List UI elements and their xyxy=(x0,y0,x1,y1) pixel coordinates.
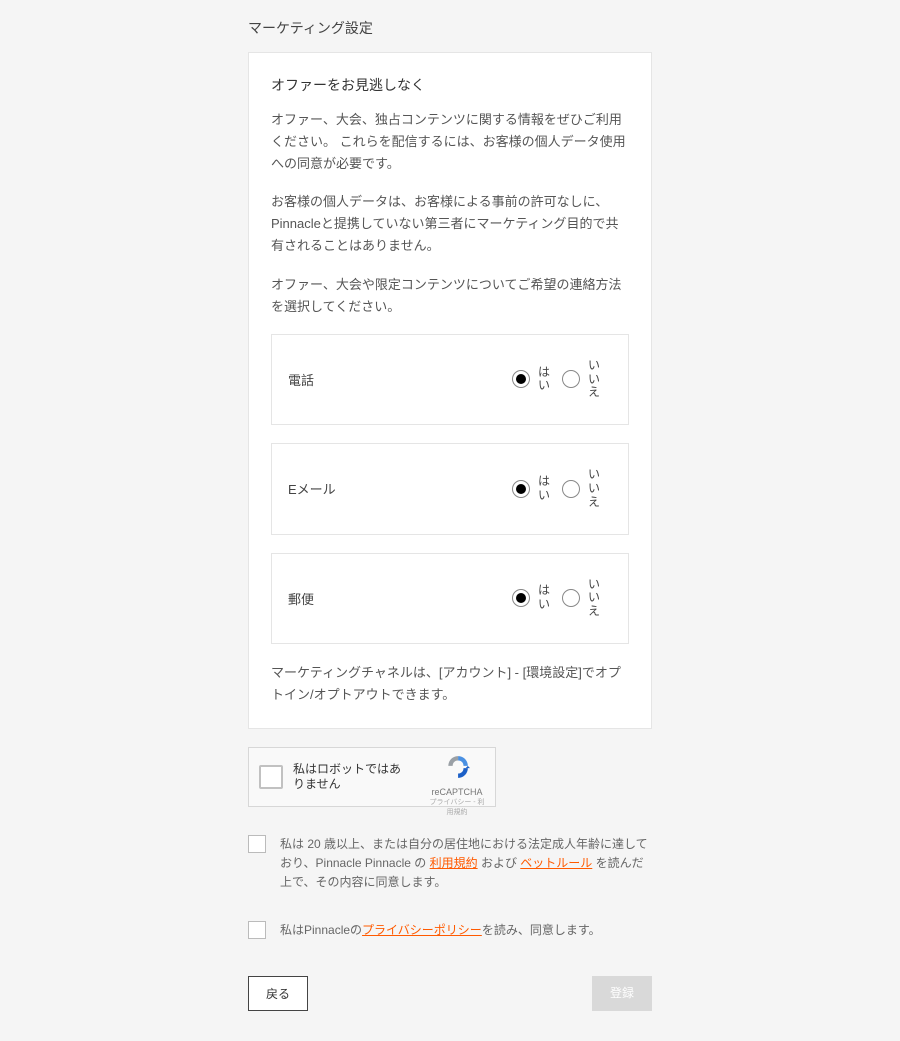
back-button[interactable]: 戻る xyxy=(248,976,308,1011)
checkbox-age-terms[interactable] xyxy=(248,835,266,853)
link-privacy[interactable]: プライバシーポリシー xyxy=(362,923,482,937)
recaptcha-brand: reCAPTCHA xyxy=(427,787,487,797)
consent-age-terms: 私は 20 歳以上、または自分の居住地における法定成人年齢に達しており、Pinn… xyxy=(248,835,652,893)
pref-label-phone: 電話 xyxy=(288,370,500,389)
radio-label-yes: はい xyxy=(538,475,550,503)
radio-label-no: いいえ xyxy=(588,468,600,509)
radio-label-yes: はい xyxy=(538,584,550,612)
card-text-3: オファー、大会や限定コンテンツについてご希望の連絡方法を選択してください。 xyxy=(271,274,629,318)
recaptcha-logo: reCAPTCHA プライバシー - 利用規約 xyxy=(427,754,487,817)
radio-phone-no[interactable] xyxy=(562,370,580,388)
recaptcha-links: プライバシー - 利用規約 xyxy=(427,797,487,817)
button-row: 戻る 登録 xyxy=(248,976,652,1041)
consent-privacy: 私はPinnacleのプライバシーポリシーを読み、同意します。 xyxy=(248,921,652,940)
checkbox-privacy[interactable] xyxy=(248,921,266,939)
link-terms[interactable]: 利用規約 xyxy=(430,856,478,870)
radio-mail-no[interactable] xyxy=(562,589,580,607)
radio-label-no: いいえ xyxy=(588,578,600,619)
pref-row-mail: 郵便 はい いいえ xyxy=(271,553,629,644)
consent-age-terms-text: 私は 20 歳以上、または自分の居住地における法定成人年齢に達しており、Pinn… xyxy=(280,835,652,893)
pref-label-mail: 郵便 xyxy=(288,589,500,608)
radio-email-no[interactable] xyxy=(562,480,580,498)
marketing-card: オファーをお見逃しなく オファー、大会、独占コンテンツに関する情報をぜひご利用く… xyxy=(248,52,652,729)
submit-button[interactable]: 登録 xyxy=(592,976,652,1011)
radio-mail-yes[interactable] xyxy=(512,589,530,607)
radio-phone-yes[interactable] xyxy=(512,370,530,388)
card-title: オファーをお見逃しなく xyxy=(271,75,629,95)
pref-label-email: Eメール xyxy=(288,479,500,498)
consent2-pre: 私はPinnacleの xyxy=(280,923,362,937)
recaptcha-box: 私はロボットではありません reCAPTCHA プライバシー - 利用規約 xyxy=(248,747,496,807)
consent1-mid: および xyxy=(478,856,521,870)
consent2-post: を読み、同意します。 xyxy=(482,923,601,937)
radio-label-no: いいえ xyxy=(588,359,600,400)
link-bet-rules[interactable]: ベットルール xyxy=(520,856,592,870)
pref-row-email: Eメール はい いいえ xyxy=(271,443,629,534)
page-title: マーケティング設定 xyxy=(248,18,652,38)
radio-label-yes: はい xyxy=(538,366,550,394)
card-footnote: マーケティングチャネルは、[アカウント] - [環境設定]でオプトイン/オプトア… xyxy=(271,662,629,706)
card-text-1: オファー、大会、独占コンテンツに関する情報をぜひご利用ください。 これらを配信す… xyxy=(271,109,629,175)
consent-privacy-text: 私はPinnacleのプライバシーポリシーを読み、同意します。 xyxy=(280,921,601,940)
recaptcha-checkbox[interactable] xyxy=(259,765,283,789)
recaptcha-icon xyxy=(444,754,470,780)
recaptcha-text: 私はロボットではありません xyxy=(293,762,409,793)
radio-email-yes[interactable] xyxy=(512,480,530,498)
card-text-2: お客様の個人データは、お客様による事前の許可なしに、Pinnacleと提携してい… xyxy=(271,191,629,257)
pref-row-phone: 電話 はい いいえ xyxy=(271,334,629,425)
